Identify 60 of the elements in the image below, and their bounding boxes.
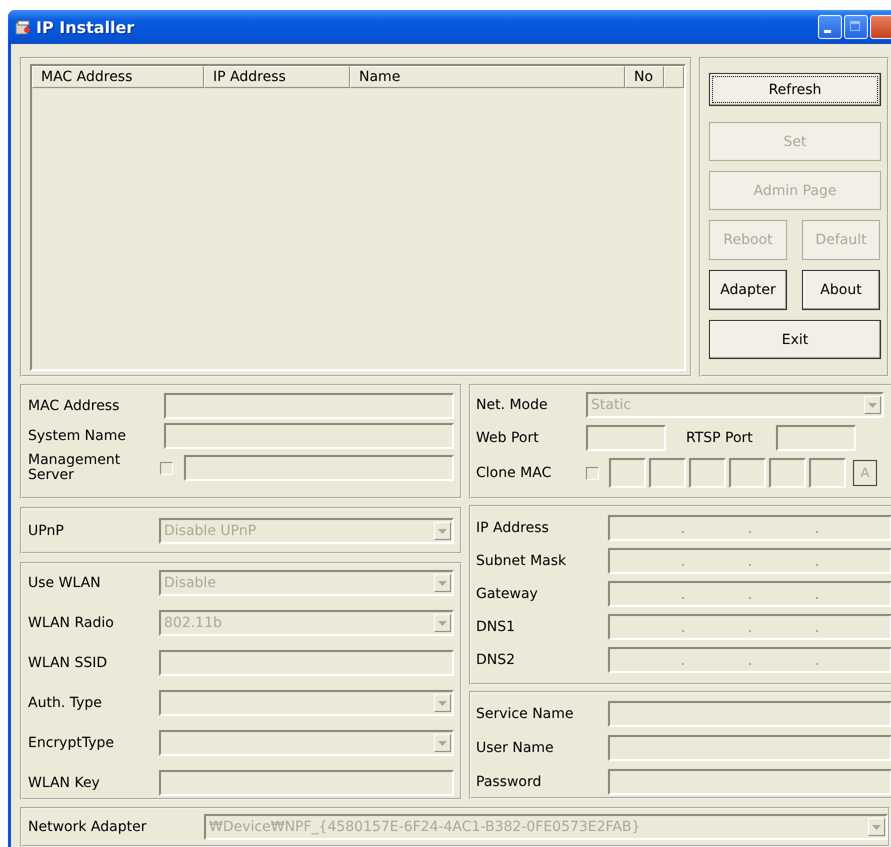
field-label: Auth. Type (28, 695, 103, 711)
text-field[interactable] (184, 455, 454, 481)
text-field[interactable] (164, 423, 454, 449)
field-label: WLAN Radio (28, 615, 115, 631)
field-label: DNS1 (476, 619, 516, 635)
field-label: Use WLAN (28, 575, 102, 591)
text-field[interactable] (586, 425, 666, 451)
octet-field[interactable] (769, 458, 806, 488)
field-label: DNS2 (476, 652, 516, 668)
action-button[interactable]: Adapter (709, 270, 787, 310)
text-field[interactable] (164, 393, 454, 419)
app-icon (14, 18, 32, 36)
maximize-button[interactable] (844, 15, 868, 39)
text-field[interactable] (159, 770, 454, 796)
octet-field[interactable] (609, 458, 646, 488)
ip-field[interactable] (608, 647, 891, 673)
field-label: Net. Mode (476, 397, 549, 413)
field-label: Password (476, 774, 542, 790)
field-label: Subnet Mask (476, 553, 568, 569)
action-button[interactable]: Refresh (709, 73, 881, 106)
field-label: System Name (28, 428, 127, 444)
field-label: WLAN Key (28, 775, 101, 791)
text-field[interactable] (608, 701, 891, 727)
column-header[interactable]: MAC Address (32, 66, 204, 88)
action-button[interactable]: About (802, 270, 880, 310)
column-header[interactable]: IP Address (204, 66, 350, 88)
ip-field[interactable] (608, 614, 891, 640)
empty-column-header (664, 66, 684, 88)
field-label: Service Name (476, 706, 574, 722)
column-header[interactable]: Name (350, 66, 625, 88)
ip-field[interactable] (608, 581, 891, 607)
field-label: WLAN SSID (28, 655, 108, 671)
field-label: Network Adapter (28, 819, 148, 835)
ip-field[interactable] (608, 548, 891, 574)
field-label: Management Server (28, 453, 122, 483)
checkbox[interactable] (160, 462, 173, 474)
window-title: IP Installer (36, 18, 134, 36)
text-field[interactable] (159, 650, 454, 676)
minimize-button[interactable] (818, 15, 842, 39)
column-header[interactable]: No (625, 66, 664, 88)
text-field[interactable] (608, 735, 891, 761)
ip-field[interactable] (608, 515, 891, 541)
octet-field[interactable] (689, 458, 726, 488)
field-label: RTSP Port (685, 430, 754, 446)
field-label: UPnP (28, 523, 65, 539)
field-label: Gateway (476, 586, 539, 602)
text-field[interactable] (608, 769, 891, 795)
field-label: MAC Address (28, 398, 120, 414)
text-field[interactable] (776, 425, 856, 451)
action-button[interactable]: Exit (709, 320, 881, 359)
field-label: EncryptType (28, 735, 115, 751)
field-label: Web Port (476, 430, 540, 446)
octet-field[interactable] (729, 458, 766, 488)
field-label: Clone MAC (476, 465, 552, 481)
field-label: User Name (476, 740, 555, 756)
checkbox[interactable] (586, 466, 599, 480)
octet-field[interactable] (649, 458, 686, 488)
close-button[interactable] (870, 15, 891, 39)
octet-field[interactable] (809, 458, 846, 488)
field-label: IP Address (476, 520, 550, 536)
